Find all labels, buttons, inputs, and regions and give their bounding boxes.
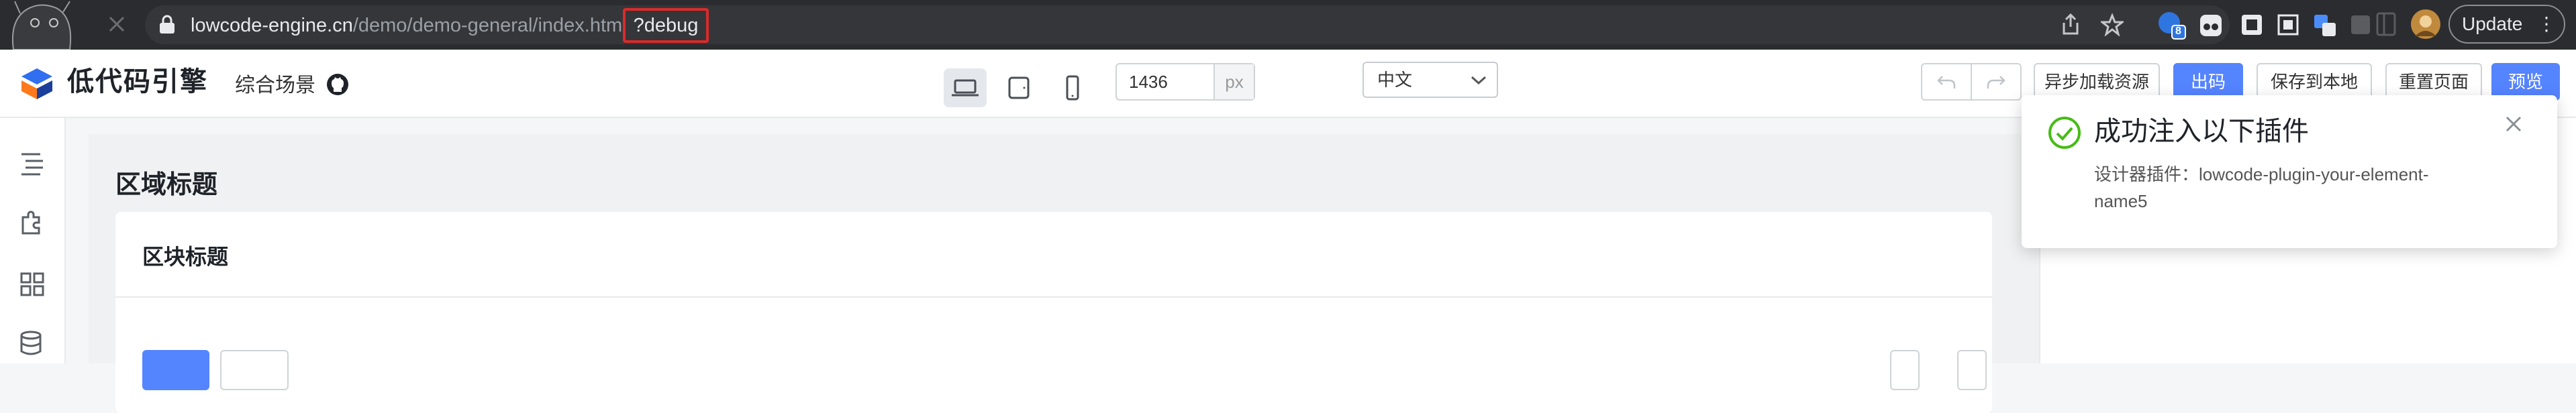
block-title[interactable]: 区块标题 [142,240,228,271]
extension-badge-count: 8 [2175,25,2181,37]
scene-label: 综合场景 [235,74,315,97]
block-divider [115,296,1992,298]
url-host: lowcode-engine.cn [191,15,353,36]
extension-mask-icon[interactable] [2199,13,2223,41]
success-check-icon [2047,115,2082,154]
notification-title: 成功注入以下插件 [2094,117,2309,146]
close-icon[interactable] [2504,114,2524,137]
url-text[interactable]: lowcode-engine.cn/demo/demo-general/inde… [191,8,709,43]
translate-icon[interactable] [2313,13,2337,41]
notification-description: 设计器插件：lowcode-plugin-your-element-name5 [2094,164,2429,211]
sidebar-toggle-icon[interactable] [2375,11,2397,41]
canvas-width-input[interactable]: 1436 px [1116,63,1255,101]
star-icon[interactable] [2099,12,2126,40]
extension-dark-icon[interactable] [2349,13,2372,40]
extension-badge-icon[interactable]: 8 [2156,9,2187,44]
outline-tree-icon[interactable] [16,148,48,180]
browser-toolbar: lowcode-engine.cn/demo/demo-general/inde… [0,0,2576,50]
redo-button[interactable] [1971,63,2022,101]
canvas-width-unit: px [1213,64,1254,99]
logo-icon[interactable] [19,66,55,105]
block-secondary-button[interactable] [220,350,289,390]
extension-box-icon[interactable] [2277,13,2299,40]
block-primary-button[interactable] [142,350,209,390]
undo-icon [1937,76,1956,88]
github-icon[interactable] [326,73,349,103]
share-icon[interactable] [2061,13,2081,40]
left-panel-rail [0,118,66,363]
plugin-injected-notification: 成功注入以下插件 设计器插件：lowcode-plugin-your-eleme… [2022,95,2557,248]
update-label: Update [2462,13,2523,34]
area-title[interactable]: 区域标题 [115,164,217,200]
device-tablet-button[interactable] [997,68,1040,107]
lock-icon[interactable] [158,15,176,38]
device-phone-button[interactable] [1051,68,1094,107]
url-query-highlight: ?debug [622,8,709,43]
pagination-next-button[interactable] [1957,350,1987,390]
undo-button[interactable] [1921,63,1972,101]
page-grid-icon[interactable] [16,268,48,300]
phone-icon [1066,75,1079,101]
more-icon: ⋮ [2537,13,2556,34]
device-desktop-button[interactable] [944,68,987,107]
design-canvas[interactable]: 区域标题 区块标题 [89,134,2039,413]
extension-square-icon[interactable] [2240,13,2263,40]
totoro-theme-art [0,0,101,50]
chevron-down-icon [1470,72,1487,91]
pagination-prev-button[interactable] [1890,350,1920,390]
component-library-icon[interactable] [16,208,48,240]
url-path: /demo/demo-general/index.html [352,15,627,36]
update-button[interactable]: Update ⋮ [2448,5,2565,44]
logo-text[interactable]: 低代码引擎 [67,62,208,102]
close-icon[interactable] [107,15,126,37]
redo-icon [1987,76,2005,88]
content-block[interactable]: 区块标题 [115,212,1992,413]
canvas-width-value[interactable]: 1436 [1129,64,1168,99]
profile-avatar-icon[interactable] [2410,8,2442,44]
scene-selector[interactable]: 综合场景 [235,72,349,103]
locale-value: 中文 [1377,70,1413,90]
laptop-icon [952,79,979,97]
tablet-icon [1008,76,1030,99]
data-source-icon[interactable] [16,327,48,359]
locale-select[interactable]: 中文 [1363,62,1498,98]
